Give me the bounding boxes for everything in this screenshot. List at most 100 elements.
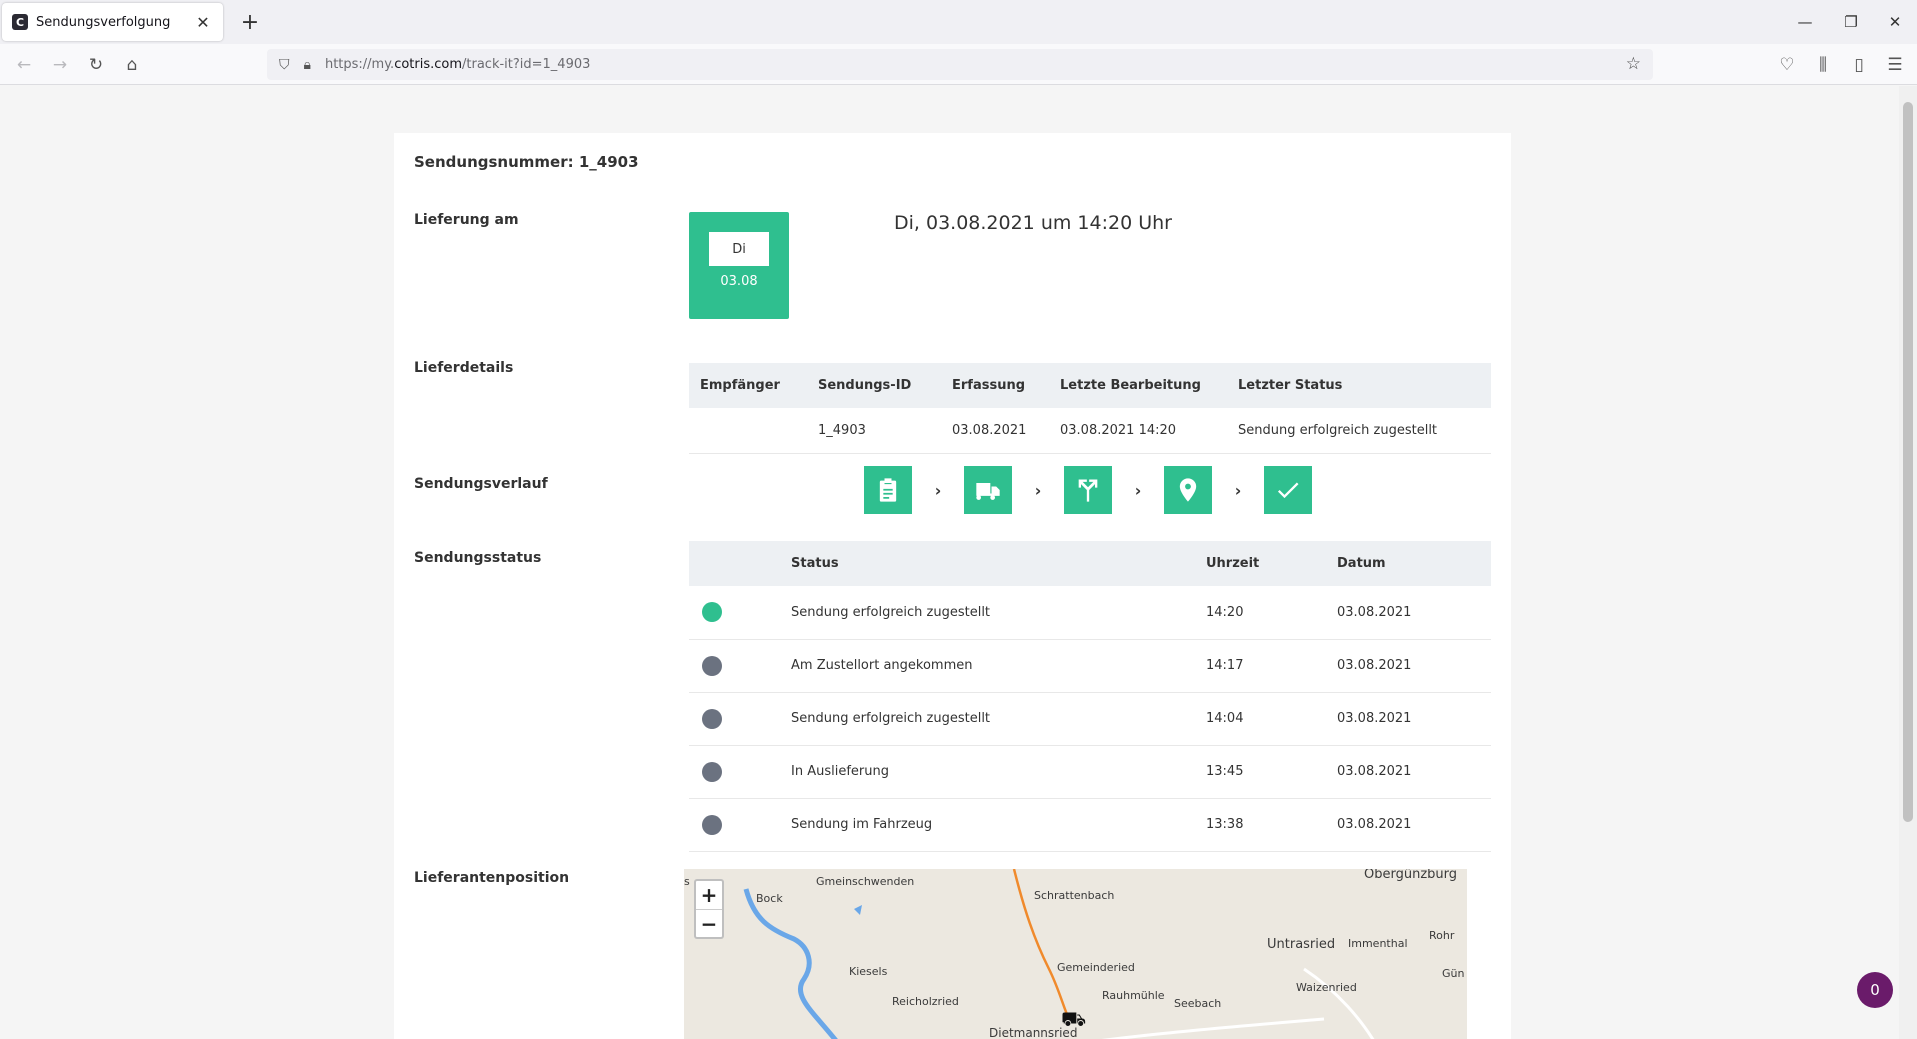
chevron-right-icon: ›: [1034, 480, 1042, 500]
details-header-row: Empfänger Sendungs-ID Erfassung Letzte B…: [689, 363, 1491, 408]
map-place: Kiesels: [849, 965, 888, 978]
status-row: Am Zustellort angekommen 14:17 03.08.2021: [689, 639, 1491, 693]
status-date: 03.08.2021: [1337, 798, 1491, 852]
details-cell-created: 03.08.2021: [941, 408, 1049, 454]
map-zoom-control: + −: [694, 879, 724, 939]
delivery-datetime: Di, 03.08.2021 um 14:20 Uhr: [894, 212, 1172, 234]
status-dot-cell: [689, 639, 791, 693]
bookmark-star-icon[interactable]: ☆: [1626, 54, 1641, 74]
details-header: Erfassung: [941, 363, 1049, 408]
map-place: Seebach: [1174, 997, 1222, 1010]
new-tab-button[interactable]: +: [236, 8, 264, 36]
status-dot-icon: [702, 761, 722, 782]
shield-icon[interactable]: ⛉: [279, 57, 290, 73]
status-dot-cell: [689, 586, 791, 640]
status-row: Sendung im Fahrzeug 13:38 03.08.2021: [689, 798, 1491, 852]
map-place: Rohr: [1429, 929, 1455, 942]
status-dot-icon: [702, 708, 722, 729]
map-place: Gmeinschwenden: [816, 875, 915, 888]
route-split-icon: [1064, 466, 1112, 514]
scrollbar-thumb[interactable]: [1903, 102, 1913, 822]
status-header: Status: [791, 541, 1206, 586]
home-icon[interactable]: ⌂: [117, 50, 147, 80]
tab-title: Sendungsverfolgung: [36, 14, 171, 30]
status-header-row: Status Uhrzeit Datum: [689, 541, 1491, 586]
map-place: s: [684, 875, 690, 888]
status-time: 13:45: [1206, 745, 1337, 799]
url-bar[interactable]: ⛉ 🔒︎ https://my.cotris.com/track-it?id=1…: [267, 49, 1653, 80]
status-dot-icon: [702, 655, 722, 676]
status-text: Sendung erfolgreich zugestellt: [791, 692, 1206, 746]
forward-icon[interactable]: →: [45, 50, 75, 80]
delivery-date-short: 03.08: [720, 274, 758, 289]
pocket-icon[interactable]: ♡: [1772, 50, 1802, 80]
chevron-right-icon: ›: [1134, 480, 1142, 500]
delivery-date-tile: Di 03.08: [689, 212, 789, 319]
details-table: Empfänger Sendungs-ID Erfassung Letzte B…: [689, 363, 1491, 454]
status-header: Datum: [1337, 541, 1491, 586]
shipment-progress: › › › ›: [864, 466, 1312, 514]
zoom-in-button[interactable]: +: [696, 881, 722, 909]
map-place: Untrasried: [1267, 937, 1336, 952]
details-label: Lieferdetails: [414, 360, 514, 376]
map-place: Immenthal: [1348, 937, 1408, 950]
status-time: 14:20: [1206, 586, 1337, 640]
location-pin-icon: [1164, 466, 1212, 514]
status-dot-cell: [689, 692, 791, 746]
navigation-toolbar: ← → ↻ ⌂ ⛉ 🔒︎ https://my.cotris.com/track…: [0, 44, 1917, 85]
chevron-right-icon: ›: [1234, 480, 1242, 500]
details-header: Empfänger: [689, 363, 807, 408]
window-close-icon[interactable]: ✕: [1877, 0, 1913, 44]
status-dot-icon: [702, 602, 722, 623]
details-header: Sendungs-ID: [807, 363, 941, 408]
map-place: Rauhmühle: [1102, 989, 1165, 1002]
truck-marker-icon[interactable]: ⛟: [1061, 1007, 1086, 1034]
delivery-label: Lieferung am: [414, 212, 519, 228]
truck-icon: [964, 466, 1012, 514]
back-icon[interactable]: ←: [9, 50, 39, 80]
page-scrollbar[interactable]: [1899, 86, 1917, 1039]
details-header: Letzte Bearbeitung: [1049, 363, 1227, 408]
status-text: Sendung erfolgreich zugestellt: [791, 586, 1206, 640]
zoom-out-button[interactable]: −: [696, 909, 722, 937]
map-place: Gün: [1442, 967, 1465, 980]
reload-icon[interactable]: ↻: [81, 50, 111, 80]
details-cell-last-edit: 03.08.2021 14:20: [1049, 408, 1227, 454]
clipboard-icon: [864, 466, 912, 514]
status-label: Sendungsstatus: [414, 550, 542, 566]
delivery-weekday: Di: [709, 232, 769, 266]
map-place: Gemeinderied: [1057, 961, 1135, 974]
sidebar-icon[interactable]: ▯: [1844, 50, 1874, 80]
details-cell-last-status: Sendung erfolgreich zugestellt: [1227, 408, 1491, 454]
status-dot-cell: [689, 745, 791, 799]
status-time: 14:04: [1206, 692, 1337, 746]
shipment-number: Sendungsnummer: 1_4903: [414, 153, 639, 171]
position-label: Lieferantenposition: [414, 870, 570, 886]
map-place: Reicholzried: [892, 995, 959, 1008]
map-place: Waizenried: [1296, 981, 1357, 994]
tracking-card: Sendungsnummer: 1_4903 Lieferung am Di 0…: [394, 133, 1511, 1039]
library-icon[interactable]: ⫼: [1808, 50, 1838, 80]
history-label: Sendungsverlauf: [414, 476, 548, 492]
details-cell-recipient: [689, 408, 807, 454]
status-text: Am Zustellort angekommen: [791, 639, 1206, 693]
status-date: 03.08.2021: [1337, 692, 1491, 746]
restore-icon[interactable]: ❐: [1833, 0, 1869, 44]
details-row: 1_4903 03.08.2021 03.08.2021 14:20 Sendu…: [689, 408, 1491, 454]
close-tab-icon[interactable]: ✕: [193, 13, 213, 32]
status-date: 03.08.2021: [1337, 745, 1491, 799]
minimize-icon[interactable]: —: [1787, 0, 1823, 44]
menu-icon[interactable]: ☰: [1880, 50, 1910, 80]
browser-tab[interactable]: C Sendungsverfolgung ✕: [2, 3, 223, 41]
status-date: 03.08.2021: [1337, 586, 1491, 640]
delivery-map[interactable]: Gmeinschwenden Bock Schrattenbach Obergü…: [684, 869, 1467, 1039]
chat-badge-button[interactable]: 0: [1857, 972, 1893, 1008]
checkmark-icon: [1264, 466, 1312, 514]
status-row: Sendung erfolgreich zugestellt 14:04 03.08…: [689, 692, 1491, 746]
lock-icon[interactable]: 🔒︎: [304, 57, 311, 73]
status-dot-cell: [689, 798, 791, 852]
cotris-favicon-icon: C: [12, 14, 28, 30]
url-text[interactable]: https://my.cotris.com/track-it?id=1_4903: [325, 57, 590, 72]
status-time: 13:38: [1206, 798, 1337, 852]
details-cell-id: 1_4903: [807, 408, 941, 454]
